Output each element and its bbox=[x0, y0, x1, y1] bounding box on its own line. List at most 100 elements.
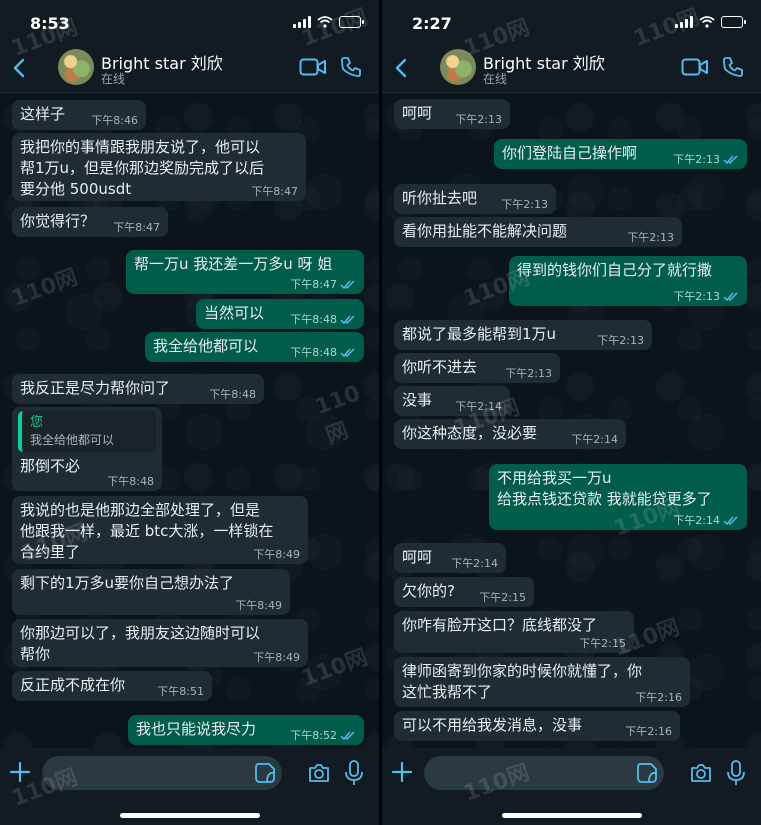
read-ticks-icon bbox=[723, 155, 738, 165]
battery-icon bbox=[721, 16, 746, 28]
message-time: 下午2:13 bbox=[501, 198, 548, 211]
plus-icon[interactable] bbox=[8, 760, 32, 784]
message-incoming[interactable]: 看你用扯能不能解决问题 下午2:13 bbox=[394, 217, 682, 247]
composer-bar bbox=[382, 748, 761, 798]
message-incoming[interactable]: 呵呵 下午2:13 bbox=[394, 99, 510, 129]
message-time: 下午8:47 bbox=[290, 279, 356, 291]
message-time: 下午8:48 bbox=[290, 347, 356, 359]
read-ticks-icon bbox=[340, 280, 355, 290]
message-time: 下午2:13 bbox=[627, 231, 674, 244]
home-indicator[interactable] bbox=[501, 813, 642, 818]
read-ticks-icon bbox=[340, 315, 355, 325]
message-time: 下午2:16 bbox=[625, 725, 672, 738]
message-outgoing[interactable]: 当然可以 下午8:48 bbox=[196, 299, 364, 329]
message-time: 下午2:13 bbox=[673, 154, 739, 166]
read-ticks-icon bbox=[723, 516, 738, 526]
status-icons bbox=[293, 16, 364, 28]
message-input[interactable] bbox=[42, 756, 282, 790]
message-time: 下午2:14 bbox=[673, 515, 739, 527]
message-outgoing[interactable]: 我全给他都可以 下午8:48 bbox=[145, 332, 364, 362]
message-time: 下午8:47 bbox=[113, 221, 160, 234]
microphone-icon[interactable] bbox=[343, 759, 365, 787]
composer-bar bbox=[0, 748, 379, 798]
plus-icon[interactable] bbox=[390, 760, 414, 784]
status-time: 8:53 bbox=[30, 14, 70, 33]
back-arrow-icon[interactable] bbox=[388, 54, 416, 82]
message-incoming[interactable]: 剩下的1万多u要你自己想办法了 下午8:49 bbox=[12, 569, 290, 615]
contact-avatar[interactable] bbox=[440, 49, 476, 85]
read-ticks-icon bbox=[340, 348, 355, 358]
message-outgoing[interactable]: 我也只能说我尽力 下午8:52 bbox=[128, 715, 364, 745]
message-time: 下午2:14 bbox=[451, 557, 498, 570]
chat-screen-left: 8:53 Bright star 刘欣 在线 这样子 下午8:46 我把你的事情… bbox=[0, 0, 379, 825]
message-time: 下午2:14 bbox=[571, 433, 618, 446]
message-incoming[interactable]: 律师函寄到你家的时候你就懂了，你 这忙我帮不了 下午2:16 bbox=[394, 657, 690, 707]
message-outgoing[interactable]: 得到的钱你们自己分了就行撒 下午2:13 bbox=[509, 256, 747, 306]
message-incoming[interactable]: 你这种态度，没必要 下午2:14 bbox=[394, 419, 626, 449]
message-time: 下午2:15 bbox=[479, 591, 526, 604]
message-time: 下午8:47 bbox=[251, 185, 298, 198]
back-arrow-icon[interactable] bbox=[6, 54, 34, 82]
message-time: 下午2:15 bbox=[579, 637, 626, 650]
screenshot-collage: 8:53 Bright star 刘欣 在线 这样子 下午8:46 我把你的事情… bbox=[0, 0, 761, 825]
status-bar: 2:27 bbox=[382, 0, 761, 44]
quote-author: 您 bbox=[30, 415, 44, 430]
message-incoming[interactable]: 我反正是尽力帮你问了 下午8:48 bbox=[12, 374, 264, 404]
battery-icon bbox=[339, 16, 364, 28]
home-indicator[interactable] bbox=[119, 813, 260, 818]
status-time: 2:27 bbox=[412, 14, 452, 33]
read-ticks-icon bbox=[723, 292, 738, 302]
camera-icon[interactable] bbox=[307, 761, 331, 785]
message-incoming[interactable]: 你听不进去 下午2:13 bbox=[394, 353, 560, 383]
chat-header: Bright star 刘欣 在线 bbox=[382, 44, 761, 93]
phone-icon[interactable] bbox=[339, 55, 363, 79]
chat-header: Bright star 刘欣 在线 bbox=[0, 44, 379, 93]
cellular-signal-icon bbox=[293, 16, 311, 28]
message-incoming[interactable]: 呵呵 下午2:14 bbox=[394, 543, 506, 573]
read-ticks-icon bbox=[340, 731, 355, 741]
video-call-icon[interactable] bbox=[299, 56, 327, 78]
sticker-icon[interactable] bbox=[636, 762, 658, 784]
wifi-icon bbox=[699, 16, 715, 28]
message-time: 下午2:13 bbox=[455, 113, 502, 126]
message-outgoing[interactable]: 帮一万u 我还差一万多u 呀 姐 下午8:47 bbox=[126, 250, 364, 294]
message-list[interactable]: 呵呵 下午2:13 你们登陆自己操作啊 下午2:13 听你扯去吧 下午2:13 … bbox=[382, 93, 761, 748]
message-incoming-reply[interactable]: 您 我全给他都可以 那倒不必 下午8:48 bbox=[12, 407, 162, 491]
message-outgoing[interactable]: 你们登陆自己操作啊 下午2:13 bbox=[494, 139, 747, 169]
message-incoming[interactable]: 这样子 下午8:46 bbox=[12, 100, 146, 130]
sticker-icon[interactable] bbox=[254, 762, 276, 784]
message-time: 下午8:49 bbox=[253, 651, 300, 664]
camera-icon[interactable] bbox=[689, 761, 713, 785]
message-list[interactable]: 这样子 下午8:46 我把你的事情跟我朋友说了，他可以 帮1万u，但是你那边奖励… bbox=[0, 93, 379, 748]
quoted-message[interactable]: 您 我全给他都可以 bbox=[18, 411, 156, 452]
microphone-icon[interactable] bbox=[725, 759, 747, 787]
message-incoming[interactable]: 反正成不成在你 下午8:51 bbox=[12, 671, 212, 701]
message-outgoing[interactable]: 不用给我买一万u 给我点钱还贷款 我就能贷更多了 下午2:14 bbox=[489, 464, 747, 530]
message-incoming[interactable]: 你那边可以了，我朋友这边随时可以 帮你 下午8:49 bbox=[12, 619, 308, 667]
wifi-icon bbox=[317, 16, 333, 28]
message-incoming[interactable]: 欠你的? 下午2:15 bbox=[394, 577, 534, 607]
home-bar bbox=[382, 798, 761, 825]
message-time: 下午8:48 bbox=[290, 314, 356, 326]
message-input[interactable] bbox=[424, 756, 664, 790]
status-icons bbox=[675, 16, 746, 28]
contact-avatar[interactable] bbox=[58, 49, 94, 85]
message-time: 下午2:13 bbox=[673, 291, 739, 303]
message-time: 下午8:48 bbox=[209, 388, 256, 401]
phone-icon[interactable] bbox=[721, 55, 745, 79]
message-incoming[interactable]: 都说了最多能帮到1万u 下午2:13 bbox=[394, 320, 652, 350]
message-incoming[interactable]: 你咋有脸开这口？底线都没了 下午2:15 bbox=[394, 611, 634, 653]
message-incoming[interactable]: 我把你的事情跟我朋友说了，他可以 帮1万u，但是你那边奖励完成了以后 要分他 5… bbox=[12, 133, 306, 201]
contact-status: 在线 bbox=[483, 72, 508, 86]
message-time: 下午8:52 bbox=[290, 730, 356, 742]
video-call-icon[interactable] bbox=[681, 56, 709, 78]
message-incoming[interactable]: 你觉得行？ 下午8:47 bbox=[12, 207, 168, 237]
message-time: 下午2:16 bbox=[635, 691, 682, 704]
message-time: 下午8:46 bbox=[91, 114, 138, 127]
message-incoming[interactable]: 听你扯去吧 下午2:13 bbox=[394, 184, 556, 214]
message-incoming[interactable]: 可以不用给我发消息，没事 下午2:16 bbox=[394, 711, 680, 741]
message-incoming[interactable]: 我说的也是他那边全部处理了，但是 他跟我一样，最近 btc大涨，一样锁在 合约里… bbox=[12, 496, 308, 564]
status-bar: 8:53 bbox=[0, 0, 379, 44]
message-time: 下午2:13 bbox=[597, 334, 644, 347]
message-incoming[interactable]: 没事 下午2:14 bbox=[394, 386, 510, 416]
